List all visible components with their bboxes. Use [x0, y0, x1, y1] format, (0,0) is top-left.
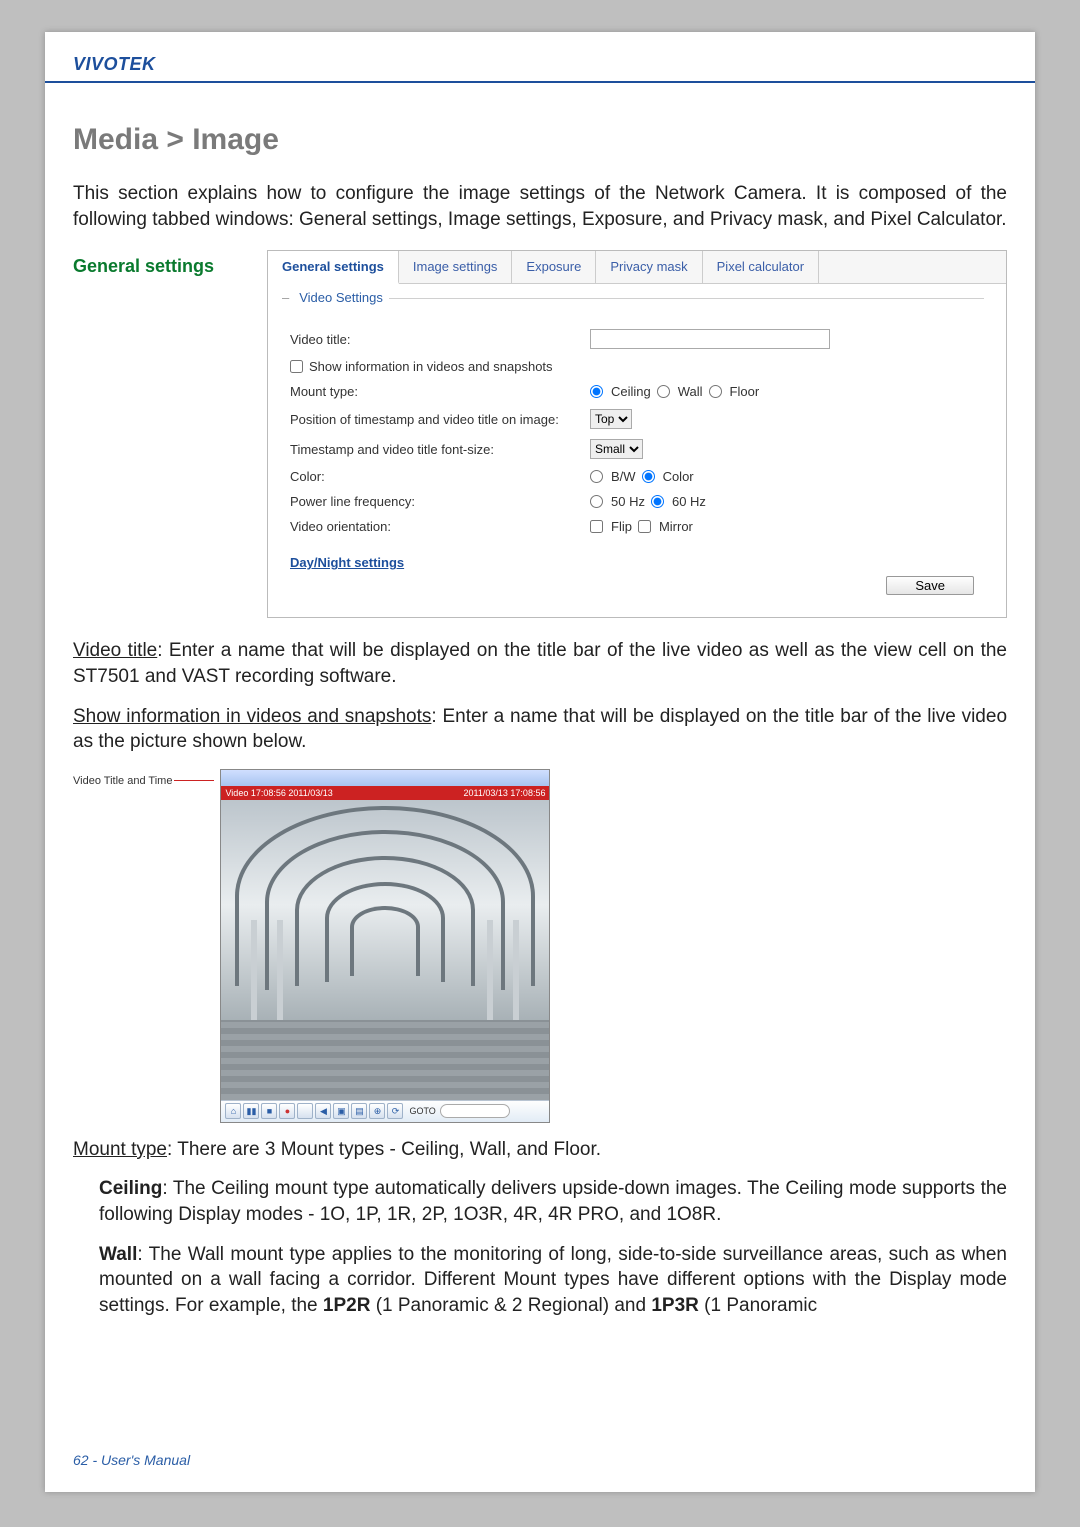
video-title-bar: Video 17:08:56 2011/03/132011/03/13 17:0…: [221, 786, 549, 800]
tab-privacy-mask[interactable]: Privacy mask: [596, 251, 702, 283]
toolbar-prev-icon[interactable]: ◀: [315, 1103, 331, 1119]
flip-checkbox[interactable]: [590, 520, 603, 533]
color-bw-radio[interactable]: [590, 470, 603, 483]
player-toolbar: ⌂ ▮▮ ■ ● ◀ ▣ ▤ ⊕ ⟳ GOTO: [221, 1100, 549, 1122]
toolbar-btn[interactable]: ⊕: [369, 1103, 385, 1119]
brand-logo: VIVOTEK: [73, 54, 156, 74]
page-footer: 62 - User's Manual: [73, 1452, 190, 1468]
option-color: Color: [663, 469, 694, 484]
mount-ceiling-radio[interactable]: [590, 385, 603, 398]
tab-general-settings[interactable]: General settings: [268, 251, 399, 284]
mount-floor-radio[interactable]: [709, 385, 722, 398]
save-button[interactable]: Save: [886, 576, 974, 595]
toolbar-btn[interactable]: ⌂: [225, 1103, 241, 1119]
tab-bar: General settings Image settings Exposure…: [268, 251, 1006, 284]
option-50hz: 50 Hz: [611, 494, 645, 509]
toolbar-goto-label: GOTO: [409, 1106, 435, 1116]
para-ceiling: Ceiling: The Ceiling mount type automati…: [73, 1176, 1007, 1227]
font-size-select[interactable]: Small: [590, 439, 643, 459]
toolbar-pause-icon[interactable]: ▮▮: [243, 1103, 259, 1119]
video-title-input[interactable]: [590, 329, 830, 349]
mirror-checkbox[interactable]: [638, 520, 651, 533]
para-wall: Wall: The Wall mount type applies to the…: [73, 1242, 1007, 1319]
option-ceiling: Ceiling: [611, 384, 651, 399]
toolbar-record-icon[interactable]: ●: [279, 1103, 295, 1119]
tab-image-settings[interactable]: Image settings: [399, 251, 513, 283]
show-info-checkbox[interactable]: [290, 360, 303, 373]
label-orientation: Video orientation:: [290, 519, 590, 534]
day-night-settings-link[interactable]: Day/Night settings: [290, 555, 404, 570]
label-video-title: Video title:: [290, 332, 590, 347]
color-color-radio[interactable]: [642, 470, 655, 483]
intro-paragraph: This section explains how to configure t…: [73, 181, 1007, 232]
toolbar-btn[interactable]: ⟳: [387, 1103, 403, 1119]
video-player-window: Video 17:08:56 2011/03/132011/03/13 17:0…: [220, 769, 550, 1123]
page-title: Media > Image: [73, 123, 1007, 157]
label-show-info: Show information in videos and snapshots: [309, 359, 553, 374]
option-60hz: 60 Hz: [672, 494, 706, 509]
toolbar-btn[interactable]: [297, 1103, 313, 1119]
para-mount-type: Mount type: There are 3 Mount types - Ce…: [73, 1137, 1007, 1163]
toolbar-btn[interactable]: ▤: [351, 1103, 367, 1119]
fieldset-legend: Video Settings: [293, 290, 389, 305]
freq-60-radio[interactable]: [651, 495, 664, 508]
subsection-heading: General settings: [73, 250, 253, 618]
video-preview-image: [221, 800, 549, 1100]
mount-wall-radio[interactable]: [657, 385, 670, 398]
freq-50-radio[interactable]: [590, 495, 603, 508]
option-mirror: Mirror: [659, 519, 693, 534]
tab-exposure[interactable]: Exposure: [512, 251, 596, 283]
option-bw: B/W: [611, 469, 636, 484]
option-wall: Wall: [678, 384, 703, 399]
option-flip: Flip: [611, 519, 632, 534]
label-font-size: Timestamp and video title font-size:: [290, 442, 590, 457]
tab-pixel-calculator[interactable]: Pixel calculator: [703, 251, 819, 283]
position-select[interactable]: Top: [590, 409, 632, 429]
option-floor: Floor: [730, 384, 760, 399]
label-color: Color:: [290, 469, 590, 484]
callout-video-title-time: Video Title and Time: [73, 769, 214, 787]
video-player-figure: Video Title and Time Video 17:08:56 2011…: [73, 769, 1007, 1123]
para-show-info: Show information in videos and snapshots…: [73, 704, 1007, 755]
label-power-freq: Power line frequency:: [290, 494, 590, 509]
toolbar-btn[interactable]: ▣: [333, 1103, 349, 1119]
label-mount-type: Mount type:: [290, 384, 590, 399]
settings-panel-screenshot: General settings Image settings Exposure…: [267, 250, 1007, 618]
para-video-title: Video title: Enter a name that will be d…: [73, 638, 1007, 689]
toolbar-stop-icon[interactable]: ■: [261, 1103, 277, 1119]
label-position: Position of timestamp and video title on…: [290, 412, 590, 427]
collapse-icon[interactable]: –: [282, 290, 293, 305]
player-window-chrome: [221, 770, 549, 786]
toolbar-goto-field[interactable]: [440, 1104, 510, 1118]
